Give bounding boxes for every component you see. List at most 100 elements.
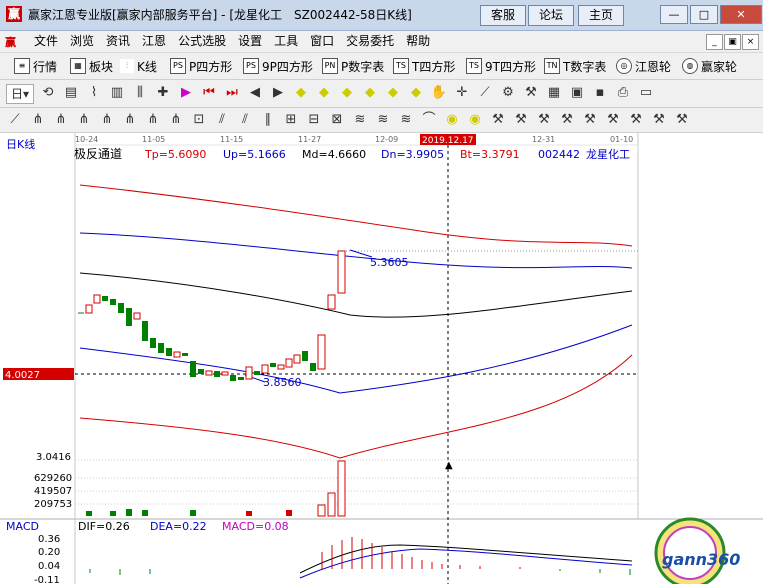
prev-icon[interactable]: ◀	[246, 84, 264, 102]
draw-circle-icon[interactable]: ◉	[443, 111, 461, 129]
tool-icon[interactable]: ⚒	[522, 84, 540, 102]
print-icon[interactable]: ⎙	[614, 84, 632, 102]
bar-icon[interactable]: ⫼	[131, 84, 149, 102]
kline-chart[interactable]: 10-24 11-05 11-15 11-27 12-09 12-31 01-1…	[0, 133, 763, 584]
tool-p-square[interactable]: PSP四方形	[170, 57, 232, 75]
draw-fib-icon[interactable]: ≋	[351, 111, 369, 129]
draw-cycle-icon[interactable]: ⊞	[282, 111, 300, 129]
zoom-out-icon[interactable]: ◆	[315, 84, 333, 102]
chart-type-icon[interactable]: ▤	[62, 84, 80, 102]
draw-tools-icon[interactable]: ⚒	[512, 111, 530, 129]
draw-fan-icon[interactable]: ⋔	[121, 111, 139, 129]
macd-axis-label: -0.11	[34, 575, 60, 584]
restore-button[interactable]: □	[690, 5, 718, 24]
tool-t-square[interactable]: TST四方形	[393, 57, 455, 75]
diamond-icon[interactable]: ◆	[338, 84, 356, 102]
indicator-icon[interactable]: ⌇	[85, 84, 103, 102]
draw-line-icon[interactable]: ⟋	[6, 111, 24, 129]
draw-fib-icon[interactable]: ≋	[374, 111, 392, 129]
hand-icon[interactable]: ✋	[430, 84, 448, 102]
draw-fan-icon[interactable]: ⋔	[98, 111, 116, 129]
draw-fan-icon[interactable]: ⋔	[52, 111, 70, 129]
mdi-restore-button[interactable]: ▣	[724, 34, 741, 50]
customer-service-button[interactable]: 客服	[480, 5, 526, 26]
tool-kline[interactable]: ⫶K线	[120, 57, 157, 75]
draw-arc-icon[interactable]: ⌒	[420, 111, 438, 129]
candle	[118, 303, 124, 313]
close-button[interactable]: ✕	[720, 5, 762, 24]
mdi-close-button[interactable]: ×	[742, 34, 759, 50]
draw-tools-icon[interactable]: ⚒	[650, 111, 668, 129]
menu-help[interactable]: 帮助	[400, 33, 436, 50]
calendar-icon[interactable]: ▦	[545, 84, 563, 102]
draw-tools-icon[interactable]: ⚒	[535, 111, 553, 129]
draw-fan-icon[interactable]: ⋔	[144, 111, 162, 129]
volume-icon[interactable]: ▥	[108, 84, 126, 102]
draw-rect-icon[interactable]: ⊡	[190, 111, 208, 129]
save-icon[interactable]: ▪	[591, 84, 609, 102]
draw-tools-icon[interactable]: ⚒	[604, 111, 622, 129]
macd-axis-label: 0.20	[38, 547, 60, 558]
menu-news[interactable]: 资讯	[100, 33, 136, 50]
draw-channel-icon[interactable]: ⫽	[213, 111, 231, 129]
draw-fan-icon[interactable]: ⋔	[75, 111, 93, 129]
last-icon[interactable]: ⏭	[223, 84, 241, 102]
homepage-button[interactable]: 主页	[578, 5, 624, 26]
menu-tools[interactable]: 工具	[268, 33, 304, 50]
draw-channel-icon[interactable]: ⫽	[236, 111, 254, 129]
next-icon[interactable]: ▶	[269, 84, 287, 102]
candle	[278, 365, 284, 369]
draw-tools-icon[interactable]: ⚒	[489, 111, 507, 129]
draw-fib-icon[interactable]: ≋	[397, 111, 415, 129]
zoom-in-icon[interactable]: ◆	[292, 84, 310, 102]
tool-9p-square[interactable]: PS9P四方形	[243, 57, 313, 75]
draw-tools-icon[interactable]: ⚒	[673, 111, 691, 129]
first-icon[interactable]: ⏮	[200, 84, 218, 102]
window-icon[interactable]: ▭	[637, 84, 655, 102]
menu-gann[interactable]: 江恩	[136, 33, 172, 50]
draw-cycle-icon[interactable]: ⊠	[328, 111, 346, 129]
tool-9t-square[interactable]: TS9T四方形	[466, 57, 536, 75]
diamond-icon[interactable]: ◆	[384, 84, 402, 102]
period-select[interactable]: 日▾	[6, 84, 34, 104]
draw-tools-icon[interactable]: ⚒	[581, 111, 599, 129]
menu-file[interactable]: 文件	[28, 33, 64, 50]
ps-icon: PS	[243, 58, 259, 74]
draw-tools-icon[interactable]: ⚒	[558, 111, 576, 129]
tool-quotes[interactable]: ≡行情	[14, 57, 57, 75]
forum-button[interactable]: 论坛	[528, 5, 574, 26]
gear-icon[interactable]: ⚙	[499, 84, 517, 102]
plus-icon[interactable]: ✚	[154, 84, 172, 102]
macd-dif: DIF=0.26	[78, 520, 130, 533]
tool-sectors[interactable]: ▦板块	[70, 57, 113, 75]
menu-browse[interactable]: 浏览	[64, 33, 100, 50]
menu-formula[interactable]: 公式选股	[172, 33, 232, 50]
tool-winner-wheel[interactable]: ◍赢家轮	[682, 57, 737, 75]
flag-icon[interactable]: ▶	[177, 84, 195, 102]
tool-t-number[interactable]: TNT数字表	[544, 57, 606, 75]
draw-circle-icon[interactable]: ◉	[466, 111, 484, 129]
draw-cycle-icon[interactable]: ⊟	[305, 111, 323, 129]
calculator-icon[interactable]: ▣	[568, 84, 586, 102]
menu-settings[interactable]: 设置	[232, 33, 268, 50]
draw-fan-icon[interactable]: ⋔	[167, 111, 185, 129]
draw-parallel-icon[interactable]: ∥	[259, 111, 277, 129]
minimize-button[interactable]: —	[660, 5, 688, 24]
window-title: 赢家江恩专业版[赢家内部服务平台] - [龙星化工 SZ002442-58日K线…	[28, 6, 412, 23]
draw-tools-icon[interactable]: ⚒	[627, 111, 645, 129]
app-logo-icon: 赢	[6, 6, 22, 22]
refresh-icon[interactable]: ⟲	[39, 84, 57, 102]
line-icon[interactable]: ⟋	[476, 84, 494, 102]
volume-label: 629260	[34, 473, 72, 484]
chart-area[interactable]: 10-24 11-05 11-15 11-27 12-09 12-31 01-1…	[0, 133, 763, 584]
wheel-icon: ◍	[682, 58, 698, 74]
menu-window[interactable]: 窗口	[304, 33, 340, 50]
tool-p-number[interactable]: PNP数字表	[322, 57, 384, 75]
diamond-icon[interactable]: ◆	[407, 84, 425, 102]
menu-trade[interactable]: 交易委托	[340, 33, 400, 50]
tool-gann-wheel[interactable]: ◎江恩轮	[616, 57, 671, 75]
crosshair-icon[interactable]: ✛	[453, 84, 471, 102]
diamond-icon[interactable]: ◆	[361, 84, 379, 102]
mdi-minimize-button[interactable]: _	[706, 34, 723, 50]
draw-fan-icon[interactable]: ⋔	[29, 111, 47, 129]
